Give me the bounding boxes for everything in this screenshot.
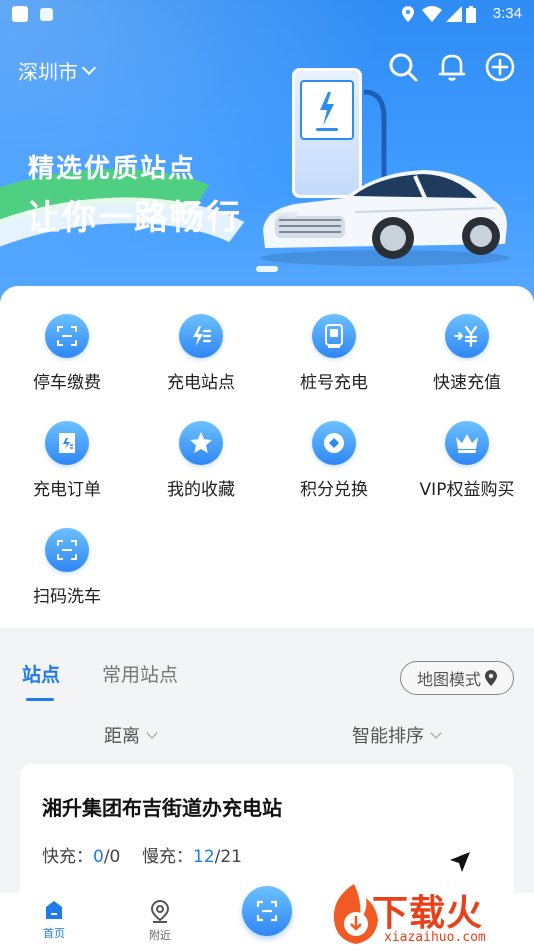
grid-item-pile-charge[interactable]: 桩号充电	[267, 314, 401, 414]
map-mode-button[interactable]: 地图模式	[400, 661, 514, 695]
chevron-down-icon	[146, 727, 158, 739]
station-charger-stats: 快充：0/0 慢充：12/21	[42, 842, 242, 867]
watermark-brand: 下载火	[372, 893, 484, 934]
star-icon	[179, 421, 223, 465]
pile-charge-icon	[312, 314, 356, 358]
banner-slogan-line1: 精选优质站点	[28, 154, 197, 184]
parking-scan-icon	[45, 314, 89, 358]
bell-icon[interactable]	[437, 52, 467, 82]
tab-common-stations[interactable]: 常用站点	[102, 660, 178, 687]
grid-item-label: VIP权益购买	[419, 480, 515, 500]
status-bar: 3:34	[0, 0, 534, 28]
fast-available: 0	[93, 847, 104, 867]
app-notification-icon	[12, 6, 28, 22]
banner-slogan-line2: 让你一路畅行	[26, 198, 242, 238]
car-illustration	[260, 170, 510, 266]
location-pin-icon	[485, 670, 497, 686]
fast-charge-label: 快充：	[42, 847, 93, 867]
function-grid: 停车缴费 充电站点 桩号充电 快速充值 充电订单 我的收藏 积分兑换 VIP权益…	[0, 286, 534, 628]
signal-icon	[446, 6, 462, 26]
grid-item-scan-wash[interactable]: 扫码洗车	[0, 528, 134, 628]
slow-available: 12	[193, 847, 215, 867]
chevron-down-icon	[81, 60, 97, 75]
slow-charge-label: 慢充：	[142, 847, 193, 867]
grid-item-points[interactable]: 积分兑换	[267, 421, 401, 521]
station-name: 湘升集团布吉街道办充电站	[42, 796, 282, 820]
grid-item-vip[interactable]: VIP权益购买	[400, 421, 534, 521]
map-pin-icon	[150, 899, 170, 923]
carousel-indicator[interactable]	[256, 266, 278, 272]
grid-item-favorites[interactable]: 我的收藏	[134, 421, 268, 521]
grid-item-label: 充电订单	[33, 480, 101, 500]
grid-item-label: 积分兑换	[300, 480, 368, 500]
map-mode-label: 地图模式	[416, 670, 481, 689]
search-icon[interactable]	[388, 52, 418, 82]
order-icon	[45, 421, 89, 465]
distance-filter-label: 距离	[104, 726, 140, 747]
yuan-recharge-icon	[445, 314, 489, 358]
scan-button[interactable]	[242, 886, 292, 936]
city-selector[interactable]: 深圳市	[18, 56, 97, 85]
grid-item-label: 桩号充电	[300, 373, 368, 393]
grid-item-orders[interactable]: 充电订单	[0, 421, 134, 521]
charging-station-icon	[179, 314, 223, 358]
grid-item-label: 停车缴费	[33, 373, 101, 393]
location-status-icon	[402, 6, 414, 26]
sort-filter-label: 智能排序	[352, 726, 424, 747]
plus-circle-icon[interactable]	[485, 52, 515, 82]
keyboard-notification-icon	[40, 8, 53, 21]
nav-label-home: 首页	[43, 927, 65, 940]
watermark-url: xiazaihuo.com	[384, 930, 486, 945]
grid-item-parking[interactable]: 停车缴费	[0, 314, 134, 414]
nav-label-nearby: 附近	[149, 929, 171, 942]
nav-item-home[interactable]: 首页	[24, 899, 84, 941]
status-time: 3:34	[492, 5, 522, 22]
scan-wash-icon	[45, 528, 89, 572]
battery-icon	[466, 6, 476, 27]
tab-stations[interactable]: 站点	[22, 660, 60, 687]
home-icon	[46, 901, 62, 919]
active-tab-indicator	[26, 698, 54, 701]
nav-item-nearby[interactable]: 附近	[130, 899, 190, 943]
grid-item-label: 充电站点	[167, 373, 235, 393]
fast-total: /0	[103, 847, 121, 867]
points-icon	[312, 421, 356, 465]
grid-item-charging-stations[interactable]: 充电站点	[134, 314, 268, 414]
grid-item-label: 扫码洗车	[33, 587, 101, 607]
grid-item-label: 我的收藏	[167, 480, 235, 500]
crown-icon	[445, 421, 489, 465]
grid-item-quick-recharge[interactable]: 快速充值	[400, 314, 534, 414]
chevron-down-icon	[430, 727, 442, 739]
slow-total: /21	[214, 847, 242, 867]
scan-icon	[256, 900, 278, 922]
city-label: 深圳市	[18, 60, 78, 84]
wifi-icon	[422, 6, 442, 26]
distance-filter[interactable]: 距离	[104, 722, 158, 748]
sort-filter[interactable]: 智能排序	[352, 722, 442, 748]
navigate-arrow-icon[interactable]	[448, 850, 472, 878]
grid-item-label: 快速充值	[433, 373, 501, 393]
